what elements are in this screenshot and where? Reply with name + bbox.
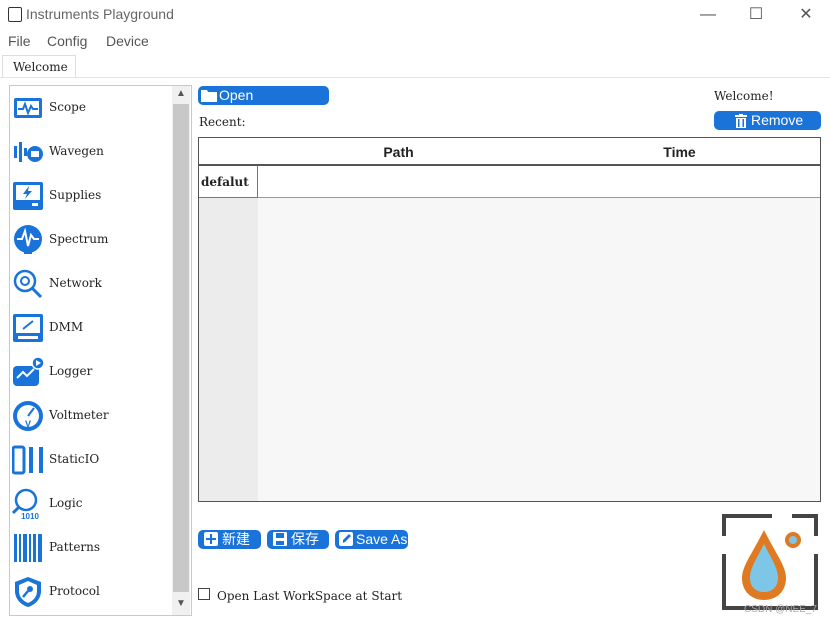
remove-button[interactable]: Remove: [714, 111, 821, 130]
sidebar-item-label: StaticIO: [49, 452, 100, 466]
sidebar-item-protocol[interactable]: Protocol: [12, 570, 172, 614]
sidebar-item-label: Patterns: [49, 540, 101, 554]
sidebar-item-network[interactable]: Network: [12, 262, 172, 306]
table-cell-path[interactable]: [258, 166, 540, 198]
menu-file[interactable]: File: [8, 33, 31, 49]
sidebar-item-staticio[interactable]: StaticIO: [12, 438, 172, 482]
recent-workspaces-table: Path Time defalut: [198, 137, 821, 502]
sidebar-item-label: DMM: [49, 320, 84, 334]
network-icon: [13, 269, 43, 299]
voltmeter-icon: V: [13, 401, 43, 431]
column-header-time[interactable]: Time: [539, 138, 820, 166]
column-header-path[interactable]: Path: [258, 138, 540, 166]
save-as-label: Save As: [356, 531, 408, 547]
open-last-checkbox[interactable]: [198, 588, 210, 600]
svg-text:1010: 1010: [21, 512, 39, 520]
logger-icon: [13, 356, 44, 386]
sidebar-item-logger[interactable]: Logger: [12, 350, 172, 394]
app-logo: [722, 514, 818, 610]
svg-text:V: V: [25, 419, 31, 429]
save-label: 保存: [291, 531, 319, 547]
window-title: Instruments Playground: [26, 6, 174, 22]
save-icon: [273, 532, 287, 546]
scroll-up-icon[interactable]: ▲: [173, 88, 189, 102]
protocol-icon: [15, 577, 41, 607]
sidebar-item-dmm[interactable]: DMM: [12, 306, 172, 350]
sidebar-item-label: Logger: [49, 364, 93, 378]
table-corner: [199, 138, 259, 166]
instrument-sidebar: Scope Wavegen Supplies Spectrum Network …: [9, 85, 192, 616]
sidebar-item-label: Logic: [49, 496, 83, 510]
sidebar-scroll-thumb[interactable]: [173, 104, 189, 592]
row-header-column: [199, 198, 258, 501]
table-row-header[interactable]: defalut: [199, 166, 258, 198]
maximize-button[interactable]: ☐: [736, 4, 776, 26]
save-button[interactable]: 保存: [267, 530, 329, 549]
sidebar-item-label: Supplies: [49, 188, 102, 202]
tab-divider: [0, 77, 830, 78]
sidebar-item-voltmeter[interactable]: V Voltmeter: [12, 394, 172, 438]
patterns-icon: [14, 534, 42, 562]
sidebar-item-label: Scope: [49, 100, 86, 114]
sidebar-item-label: Spectrum: [49, 232, 109, 246]
scroll-down-icon[interactable]: ▼: [173, 598, 189, 612]
sidebar-item-wavegen[interactable]: Wavegen: [12, 130, 172, 174]
wavegen-icon: [14, 142, 43, 162]
sidebar-item-label: Wavegen: [49, 144, 104, 158]
trash-icon: [735, 114, 747, 128]
sidebar-item-spectrum[interactable]: Spectrum: [12, 218, 172, 262]
dmm-icon: [13, 314, 43, 342]
sidebar-item-supplies[interactable]: Supplies: [12, 174, 172, 218]
open-last-label: Open Last WorkSpace at Start: [217, 589, 403, 603]
remove-label: Remove: [751, 112, 804, 128]
edit-icon: [339, 532, 353, 546]
tab-welcome[interactable]: Welcome: [2, 55, 76, 77]
recent-label: Recent:: [199, 115, 246, 129]
sidebar-item-scope[interactable]: Scope: [12, 86, 172, 130]
spectrum-icon: [14, 225, 42, 254]
sidebar-item-label: Voltmeter: [49, 408, 109, 422]
sidebar-item-label: Network: [49, 276, 102, 290]
menu-config[interactable]: Config: [47, 33, 87, 49]
sidebar-item-logic[interactable]: 1010 Logic: [12, 482, 172, 526]
new-button[interactable]: 新建: [198, 530, 261, 549]
sidebar-item-patterns[interactable]: Patterns: [12, 526, 172, 570]
folder-icon: [201, 90, 217, 102]
close-button[interactable]: ✕: [786, 4, 826, 26]
app-icon: [8, 7, 22, 22]
new-label: 新建: [222, 531, 250, 547]
scope-icon: [14, 98, 42, 118]
save-as-button[interactable]: Save As: [335, 530, 408, 549]
open-workspace-button[interactable]: Open WorkSpace: [198, 86, 329, 122]
welcome-text: Welcome!: [714, 89, 774, 103]
staticio-icon: [12, 445, 43, 475]
supplies-icon: [13, 182, 43, 210]
sidebar-item-label: Protocol: [49, 584, 100, 598]
watermark-text: CSDN @NEE_7: [744, 604, 817, 615]
add-icon: [204, 532, 218, 546]
menu-device[interactable]: Device: [106, 33, 149, 49]
table-cell-time[interactable]: [539, 166, 820, 198]
minimize-button[interactable]: —: [688, 4, 728, 26]
logic-icon: 1010: [12, 488, 39, 520]
